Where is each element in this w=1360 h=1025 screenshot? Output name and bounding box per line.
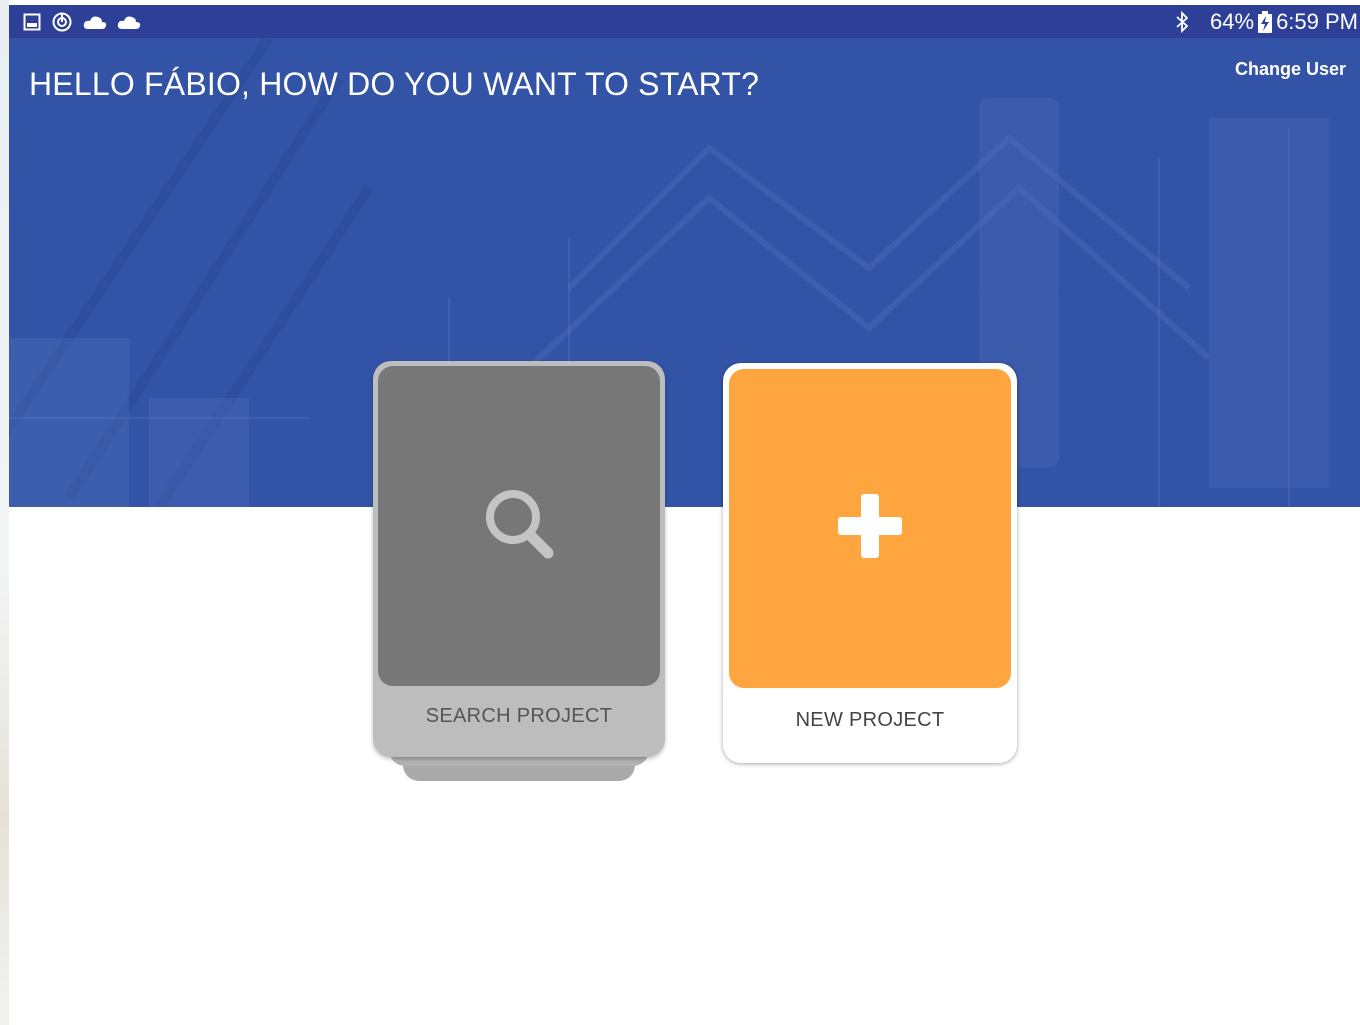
new-project-label: NEW PROJECT [795, 709, 945, 731]
clock: 6:59 PM [1276, 9, 1358, 34]
new-project-tile [729, 369, 1011, 688]
status-bar: 64% 6:59 PM [9, 5, 1360, 38]
search-project-button[interactable]: SEARCH PROJECT [373, 361, 665, 757]
search-icon [479, 484, 559, 569]
notification-icons [23, 11, 141, 33]
header-banner: HELLO FÁBIO, HOW DO YOU WANT TO START? C… [9, 38, 1360, 507]
cloud-icon [117, 14, 141, 30]
cloud-icon [83, 14, 107, 30]
sync-icon [51, 11, 73, 33]
building-background-image [9, 38, 1329, 507]
new-project-button[interactable]: NEW PROJECT [723, 363, 1017, 763]
battery-percent: 64% [1210, 9, 1255, 34]
battery-charging-icon [1258, 11, 1273, 33]
gallery-icon [23, 13, 41, 31]
change-user-button[interactable]: Change User [1235, 59, 1346, 80]
app-screen: 64% 6:59 PM HELLO FÁBIO, HOW DO YOU WANT… [0, 0, 1360, 1025]
system-status: 64% 6:59 PM [1174, 8, 1358, 36]
search-project-tile [378, 366, 660, 686]
search-project-card-stack: SEARCH PROJECT [373, 361, 665, 783]
plus-icon [837, 493, 903, 564]
background-edge [0, 0, 9, 1025]
bluetooth-icon [1174, 10, 1190, 34]
page-title: HELLO FÁBIO, HOW DO YOU WANT TO START? [29, 66, 760, 102]
search-project-label: SEARCH PROJECT [425, 705, 613, 727]
